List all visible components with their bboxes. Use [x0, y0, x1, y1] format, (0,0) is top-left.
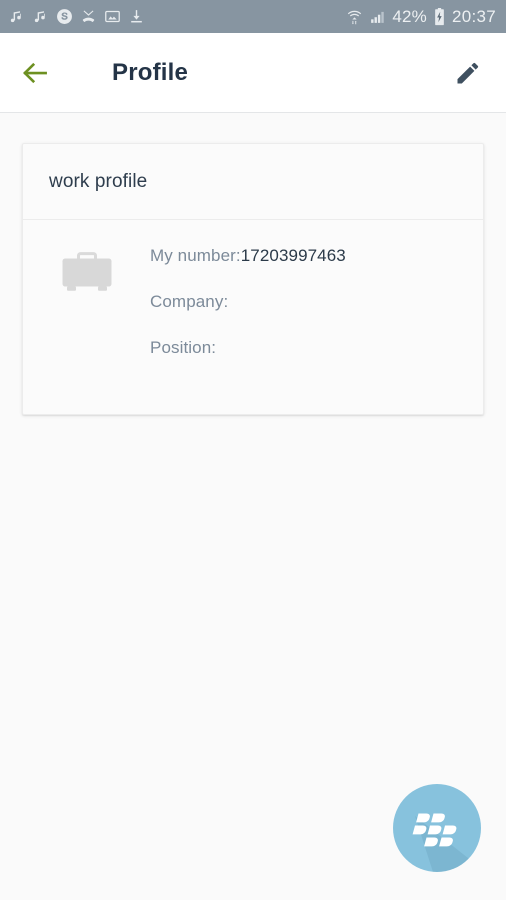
- card-header: work profile: [23, 144, 483, 220]
- profile-avatar: [23, 246, 150, 384]
- card-header-title: work profile: [49, 170, 148, 192]
- image-icon: [105, 10, 120, 23]
- battery-charging-icon: [435, 7, 444, 25]
- field-row: Position:: [150, 338, 465, 384]
- cellular-signal-icon: [371, 11, 385, 23]
- missed-call-icon: [82, 10, 95, 22]
- arrow-left-icon: [23, 62, 47, 83]
- clock-label: 20:37: [451, 6, 496, 26]
- field-row: My number: 17203997463: [150, 246, 465, 292]
- work-profile-card: work profile My number: 17203997463 Comp…: [22, 143, 484, 415]
- battery-percentage-label: 42%: [392, 6, 427, 26]
- music-note-icon: [10, 11, 21, 23]
- music-note-icon: [34, 11, 45, 23]
- page-title: Profile: [112, 58, 189, 86]
- blackberry-logo-icon: [412, 813, 481, 872]
- pencil-icon: [457, 62, 479, 83]
- blackberry-fab-button[interactable]: [393, 784, 481, 872]
- status-bar: 42% 20:37: [0, 0, 506, 33]
- edit-button[interactable]: [440, 45, 496, 101]
- status-bar-notification-icons: [8, 8, 145, 25]
- field-label-position: Position:: [150, 338, 217, 357]
- field-value-my-number: 17203997463: [240, 246, 346, 265]
- status-bar-system-icons: 42% 20:37: [346, 7, 496, 27]
- app-bar: Profile: [0, 33, 506, 113]
- field-label-my-number: My number:: [150, 246, 241, 265]
- profile-fields: My number: 17203997463 Company: Position…: [150, 246, 483, 384]
- wifi-icon: [348, 10, 362, 25]
- field-label-company: Company:: [150, 292, 229, 311]
- download-icon: [131, 10, 142, 23]
- phone-screen: 42% 20:37 Profile work profile My number…: [0, 0, 506, 900]
- card-body: My number: 17203997463 Company: Position…: [23, 220, 483, 414]
- skype-icon: [57, 9, 72, 24]
- field-row: Company:: [150, 292, 465, 338]
- back-button[interactable]: [6, 44, 64, 102]
- briefcase-icon: [62, 252, 111, 291]
